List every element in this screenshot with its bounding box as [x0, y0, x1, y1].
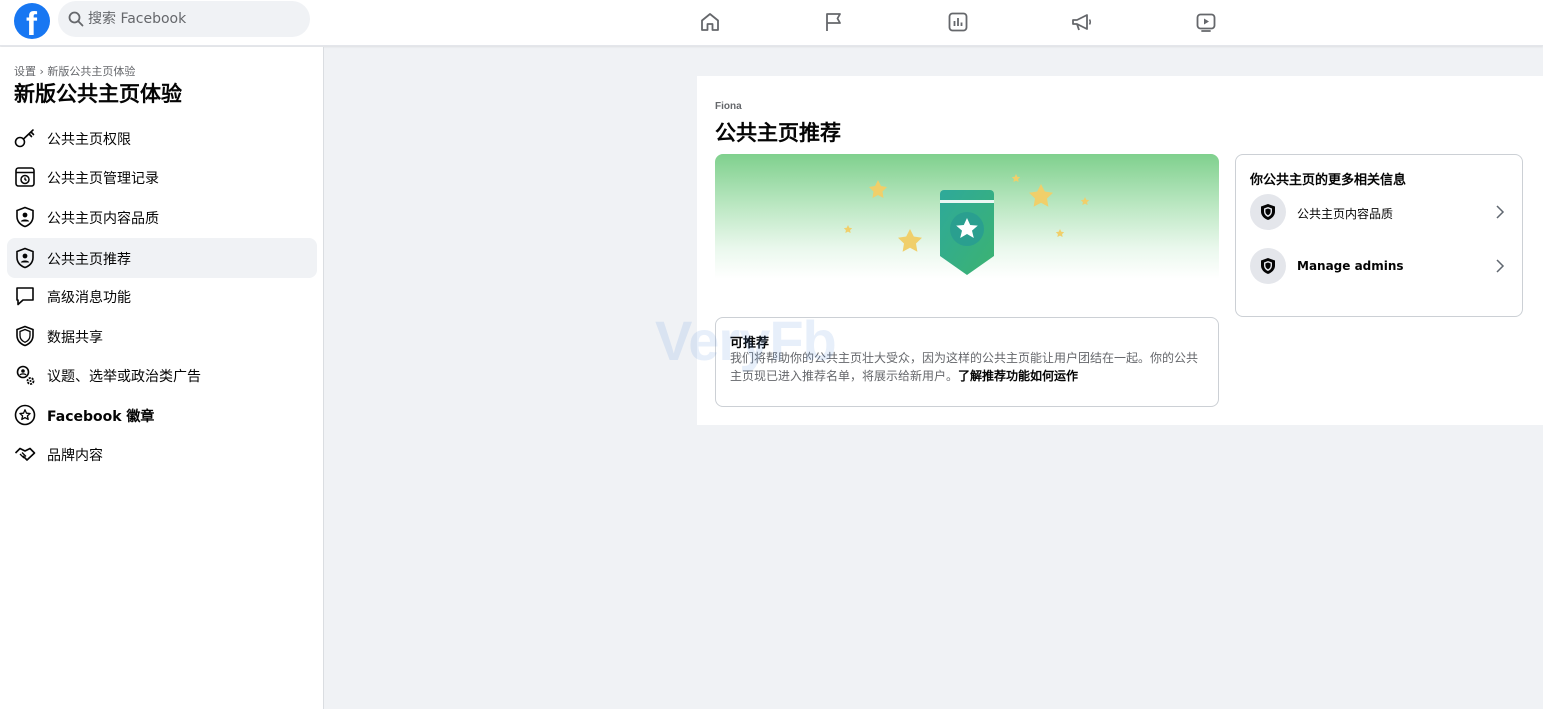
- row-label: 公共主页内容品质: [1297, 207, 1394, 221]
- shield-person-icon: [13, 205, 37, 229]
- sidebar-item-label: 公共主页内容品质: [47, 211, 159, 227]
- sidebar-item-label: Facebook 徽章: [47, 409, 155, 425]
- home-icon[interactable]: [698, 10, 722, 34]
- sidebar-item-page-permissions[interactable]: 公共主页权限: [7, 118, 317, 158]
- search-box[interactable]: [58, 1, 310, 37]
- sidebar-item-label: 公共主页管理记录: [47, 171, 159, 187]
- flag-icon[interactable]: [822, 10, 846, 34]
- sidebar-item-page-recommendations[interactable]: 公共主页推荐: [7, 238, 317, 278]
- sidebar-item-data-sharing[interactable]: 数据共享: [7, 316, 317, 356]
- sidebar-item-label: 公共主页权限: [47, 132, 131, 148]
- megaphone-icon[interactable]: [1070, 10, 1094, 34]
- recommendation-banner: [715, 154, 1219, 306]
- insights-icon[interactable]: [946, 10, 970, 34]
- sidebar-item-label: 议题、选举或政治类广告: [47, 369, 201, 385]
- top-navigation-bar: f: [0, 0, 1543, 46]
- sidebar-item-label: 高级消息功能: [47, 290, 131, 306]
- recommendation-illustration: [843, 174, 1090, 275]
- sidebar-item-label: 品牌内容: [47, 448, 103, 464]
- recommendation-status-card: 可推荐 我们将帮助你的公共主页壮大受众，因为这样的公共主页能让用户团结在一起。你…: [715, 317, 1219, 407]
- more-info-card: 你公共主页的更多相关信息 公共主页内容品质 Manage admins: [1235, 154, 1523, 317]
- facebook-logo-letter: f: [26, 5, 37, 42]
- row-label: Manage admins: [1297, 259, 1404, 273]
- more-info-title: 你公共主页的更多相关信息: [1250, 173, 1407, 188]
- chevron-right-icon: [1496, 259, 1505, 273]
- chevron-right-icon: [1496, 205, 1505, 219]
- chat-icon: [13, 284, 37, 308]
- search-icon: [68, 11, 84, 27]
- sidebar-title: 新版公共主页体验: [14, 82, 182, 106]
- sidebar-item-label: 公共主页推荐: [47, 252, 131, 268]
- sidebar-item-management-history[interactable]: 公共主页管理记录: [7, 157, 317, 197]
- recommendations-panel: Fiona 公共主页推荐 可推荐 我们将帮助你的公共主页壮大受众，因为这样的公共…: [697, 76, 1543, 425]
- breadcrumb[interactable]: 设置 › 新版公共主页体验: [14, 63, 135, 79]
- shield-icon-circle: [1250, 194, 1286, 230]
- star-badge-icon: [13, 403, 37, 427]
- content-quality-row[interactable]: 公共主页内容品质: [1250, 194, 1510, 232]
- badge-illustration: [940, 190, 994, 275]
- sidebar-item-content-quality[interactable]: 公共主页内容品质: [7, 197, 317, 237]
- key-icon: [13, 126, 37, 150]
- video-icon[interactable]: [1194, 10, 1218, 34]
- page-title: 公共主页推荐: [715, 121, 841, 145]
- sidebar-item-political-ads[interactable]: 议题、选举或政治类广告: [7, 355, 317, 395]
- sidebar-item-branded-content[interactable]: 品牌内容: [7, 434, 317, 474]
- history-icon: [13, 165, 37, 189]
- shield-person-icon: [13, 246, 37, 270]
- manage-admins-row[interactable]: Manage admins: [1250, 248, 1510, 286]
- shield-icon: [13, 324, 37, 348]
- facebook-logo[interactable]: f: [14, 3, 50, 42]
- sidebar-item-advanced-messaging[interactable]: 高级消息功能: [7, 276, 317, 316]
- handshake-icon: [13, 442, 37, 466]
- page-name: Fiona: [715, 101, 742, 112]
- shield-icon: [1261, 204, 1275, 220]
- shield-icon-circle: [1250, 248, 1286, 284]
- sidebar-item-label: 数据共享: [47, 330, 103, 346]
- shield-icon: [1261, 258, 1275, 274]
- search-input[interactable]: [88, 1, 298, 37]
- sidebar-item-facebook-badges[interactable]: Facebook 徽章: [7, 395, 317, 435]
- learn-more-link[interactable]: 了解推荐功能如何运作: [958, 369, 1078, 383]
- person-gear-icon: [13, 363, 37, 387]
- status-description: 我们将帮助你的公共主页壮大受众，因为这样的公共主页能让用户团结在一起。你的公共主…: [730, 349, 1206, 385]
- settings-sidebar: 设置 › 新版公共主页体验 新版公共主页体验 公共主页权限 公共主页管理记录 公…: [0, 47, 324, 709]
